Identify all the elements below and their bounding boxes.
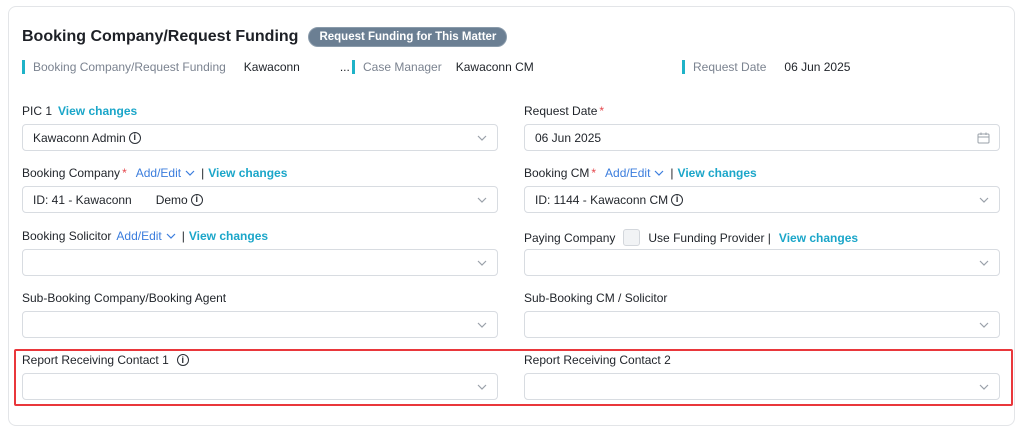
chevron-down-icon [477, 260, 487, 266]
report-contact-1-label: Report Receiving Contact 1 [22, 353, 169, 367]
chevron-down-icon [166, 233, 176, 239]
meta-case-manager: Case Manager Kawaconn CM [352, 60, 534, 74]
request-date-input[interactable]: 06 Jun 2025 [524, 124, 1000, 151]
required-mark: * [591, 166, 597, 180]
booking-company-value-extra: Demo [155, 192, 188, 207]
pic1-label: PIC 1 [22, 104, 53, 118]
sub-booking-cm-label-row: Sub-Booking CM / Solicitor [524, 291, 667, 305]
info-icon: i [671, 193, 684, 206]
meta-booking-company: Booking Company/Request Funding Kawaconn… [22, 60, 350, 74]
info-icon[interactable]: i [176, 354, 189, 366]
booking-cm-value: ID: 1144 - Kawaconn CM [535, 192, 669, 207]
add-edit-label: Add/Edit [605, 166, 651, 180]
booking-company-label-row: Booking Company * Add/Edit | View change… [22, 166, 287, 180]
booking-solicitor-label: Booking Solicitor [22, 229, 112, 243]
booking-company-select[interactable]: ID: 41 - Kawaconn Demo i [22, 186, 498, 213]
use-funding-provider-checkbox[interactable] [623, 229, 641, 246]
booking-cm-select[interactable]: ID: 1144 - Kawaconn CM i [524, 186, 1000, 213]
request-date-label: Request Date [524, 104, 598, 118]
chevron-down-icon [477, 135, 487, 141]
required-mark: * [599, 104, 605, 118]
sub-booking-company-label: Sub-Booking Company/Booking Agent [22, 291, 227, 305]
report-contact-2-label-row: Report Receiving Contact 2 [524, 353, 671, 367]
meta-case-manager-label: Case Manager [363, 60, 442, 74]
request-date-label-row: Request Date * [524, 104, 604, 118]
accent-bar [22, 60, 25, 74]
chevron-down-icon [979, 384, 989, 390]
meta-booking-company-value: Kawaconn [243, 60, 300, 74]
booking-company-view-changes-link[interactable]: View changes [208, 166, 287, 180]
separator: | [181, 229, 185, 243]
booking-cm-view-changes-link[interactable]: View changes [678, 166, 757, 180]
card-header: Booking Company/Request Funding Request … [22, 27, 508, 47]
booking-cm-label: Booking CM [524, 166, 590, 180]
chevron-down-icon [979, 260, 989, 266]
report-contact-1-select[interactable] [22, 373, 498, 400]
sub-booking-company-select[interactable] [22, 311, 498, 338]
pic1-view-changes-link[interactable]: View changes [58, 104, 137, 118]
chevron-down-icon [477, 197, 487, 203]
paying-company-view-changes-link[interactable]: View changes [779, 231, 858, 245]
request-funding-button[interactable]: Request Funding for This Matter [308, 27, 508, 47]
booking-company-value: ID: 41 - Kawaconn [33, 192, 132, 207]
sub-booking-company-label-row: Sub-Booking Company/Booking Agent [22, 291, 226, 305]
info-icon: i [190, 193, 203, 206]
meta-case-manager-value: Kawaconn CM [455, 60, 534, 74]
report-contact-2-label: Report Receiving Contact 2 [524, 353, 671, 367]
report-contact-1-label-row: Report Receiving Contact 1 i [22, 353, 189, 367]
chevron-down-icon [979, 322, 989, 328]
accent-bar [682, 60, 685, 74]
booking-company-label: Booking Company [22, 166, 121, 180]
paying-company-label-row: Paying Company Use Funding Provider | Vi… [524, 229, 858, 246]
meta-ellipsis: ... [339, 60, 350, 74]
meta-request-date-value: 06 Jun 2025 [784, 60, 851, 74]
chevron-down-icon [185, 170, 195, 176]
pic1-value: Kawaconn Admin [33, 130, 126, 145]
calendar-icon[interactable] [977, 132, 990, 144]
booking-cm-add-edit-button[interactable]: Add/Edit [605, 166, 664, 180]
booking-solicitor-add-edit-button[interactable]: Add/Edit [116, 229, 176, 243]
required-mark: * [122, 166, 127, 180]
booking-company-add-edit-button[interactable]: Add/Edit [136, 166, 195, 180]
use-funding-provider-label: Use Funding Provider | [648, 230, 771, 245]
chevron-down-icon [477, 322, 487, 328]
separator: | [670, 166, 674, 180]
booking-cm-label-row: Booking CM * Add/Edit | View changes [524, 166, 757, 180]
pic1-label-row: PIC 1 View changes [22, 104, 137, 118]
chevron-down-icon [477, 384, 487, 390]
info-icon: i [128, 131, 141, 144]
add-edit-label: Add/Edit [116, 229, 162, 243]
sub-booking-cm-label: Sub-Booking CM / Solicitor [524, 291, 668, 305]
meta-booking-company-label: Booking Company/Request Funding [33, 60, 226, 74]
separator: | [201, 166, 205, 180]
section-title: Booking Company/Request Funding [22, 28, 299, 45]
chevron-down-icon [654, 170, 664, 176]
add-edit-label: Add/Edit [135, 166, 182, 180]
meta-request-date: Request Date 06 Jun 2025 [682, 60, 850, 74]
sub-booking-cm-select[interactable] [524, 311, 1000, 338]
pic1-select[interactable]: Kawaconn Admin i [22, 124, 498, 151]
booking-solicitor-view-changes-link[interactable]: View changes [189, 229, 268, 243]
paying-company-select[interactable] [524, 249, 1000, 276]
paying-company-label: Paying Company [524, 230, 616, 245]
booking-solicitor-select[interactable] [22, 249, 498, 276]
chevron-down-icon [979, 197, 989, 203]
meta-request-date-label: Request Date [693, 60, 767, 74]
booking-solicitor-label-row: Booking Solicitor Add/Edit | View change… [22, 229, 268, 243]
request-date-value: 06 Jun 2025 [535, 130, 602, 145]
report-contact-2-select[interactable] [524, 373, 1000, 400]
accent-bar [352, 60, 355, 74]
